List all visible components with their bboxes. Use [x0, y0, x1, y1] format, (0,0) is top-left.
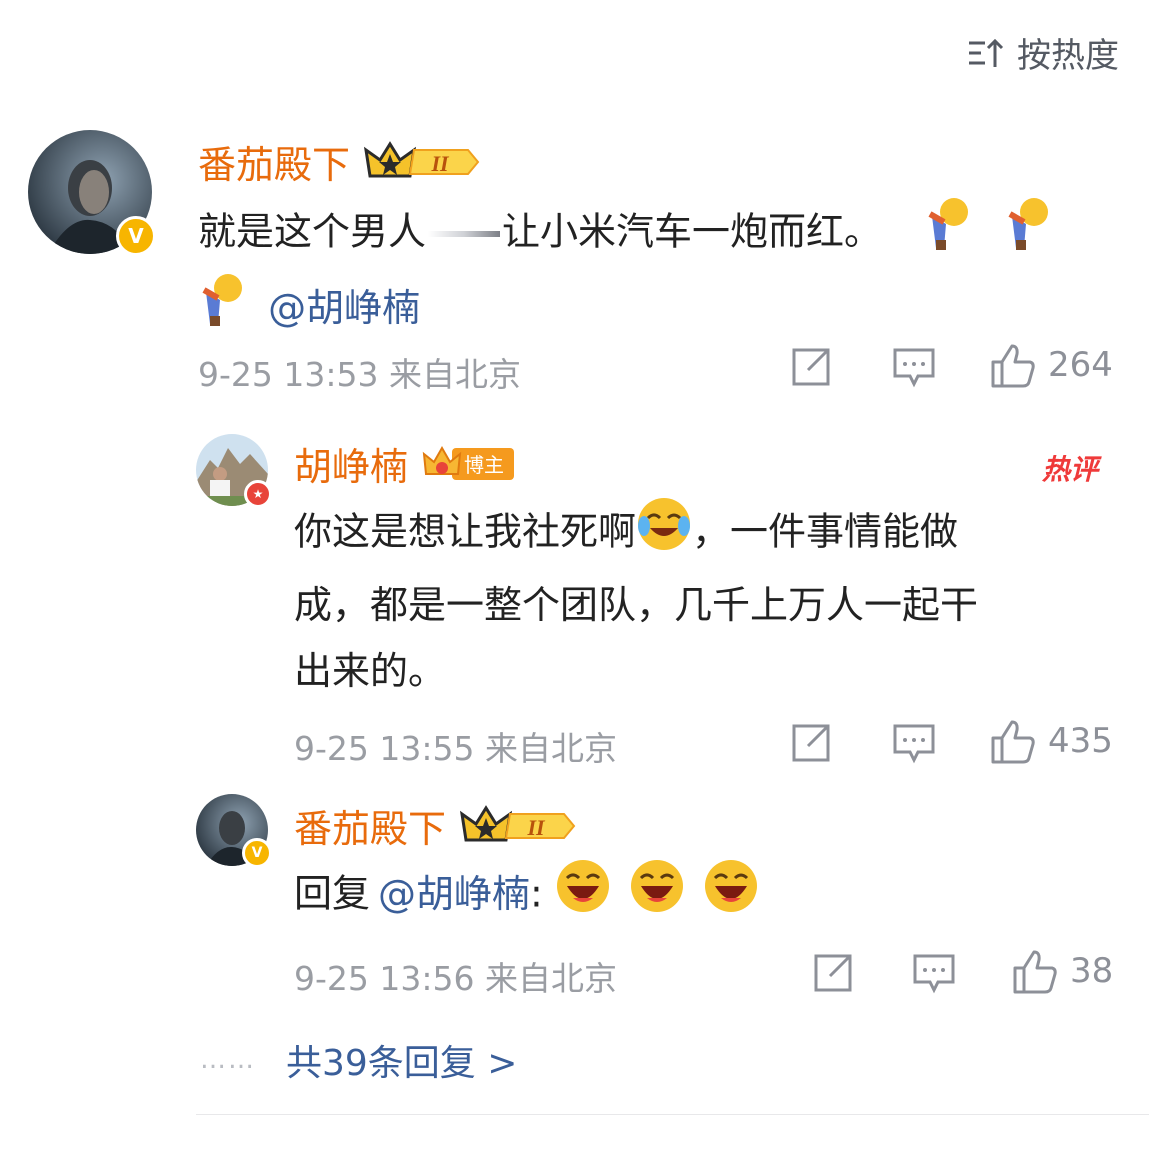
- reply-text-line1: 你这是想让我社死啊: [294, 509, 637, 554]
- grinning-emoji-icon: [555, 858, 611, 934]
- username-text: 胡峥楠: [294, 445, 409, 489]
- comment-text-part1: 就是这个男人: [198, 209, 427, 254]
- avatar[interactable]: V: [28, 130, 156, 256]
- like-count: 38: [1070, 951, 1114, 991]
- svg-text:II: II: [526, 815, 546, 840]
- share-icon[interactable]: [812, 952, 854, 994]
- reply-text: 回复 @胡峥楠:: [294, 858, 1124, 934]
- reply-username[interactable]: 番茄殿下 II: [294, 798, 578, 853]
- crown-level-badge-icon: II: [460, 804, 578, 848]
- comment-text-part2: 让小米汽车一炮而红。: [502, 209, 883, 254]
- verified-badge-icon: V: [242, 838, 272, 868]
- reply-text-line1b: ，一件事情能做: [692, 509, 959, 554]
- reply-username[interactable]: 胡峥楠 博主: [294, 436, 516, 491]
- avatar[interactable]: V: [196, 794, 272, 868]
- reply-prefix: 回复: [294, 871, 371, 916]
- more-replies-row: …… 共39条回复 >: [200, 1034, 517, 1086]
- pointing-emoji-icon: [198, 272, 246, 348]
- more-replies-link[interactable]: 共39条回复 >: [286, 1034, 517, 1086]
- like-button[interactable]: 38: [1012, 948, 1113, 994]
- comment-icon[interactable]: [912, 952, 956, 996]
- avatar[interactable]: ★: [196, 434, 272, 508]
- like-button[interactable]: 264: [990, 342, 1113, 388]
- grinning-emoji-icon: [629, 858, 685, 934]
- share-icon[interactable]: [790, 722, 832, 764]
- laughing-tears-emoji-icon: [636, 496, 692, 572]
- sort-label: 按热度: [1017, 36, 1119, 76]
- comment-actions: 264: [0, 342, 1149, 392]
- thumbs-up-icon: [991, 720, 1035, 764]
- comment-username[interactable]: 番茄殿下 II: [198, 134, 482, 189]
- reply-actions: 435: [0, 718, 1149, 768]
- comment-icon[interactable]: [892, 346, 936, 390]
- sort-icon: [969, 38, 1004, 67]
- username-text: 番茄殿下: [198, 143, 351, 187]
- like-count: 264: [1048, 345, 1113, 385]
- reply-text-line3: 出来的。: [294, 649, 447, 693]
- verified-badge-icon: ★: [244, 480, 272, 508]
- redacted-mark: [428, 231, 501, 237]
- svg-text:博主: 博主: [464, 453, 504, 477]
- mention-link[interactable]: @胡峥楠: [268, 286, 420, 330]
- mention-link[interactable]: @胡峥楠: [378, 872, 530, 916]
- reply-text-line2: 成，都是一整个团队，几千上万人一起干: [294, 583, 979, 627]
- comment-text: 就是这个男人 让小米汽车一炮而红。 @胡峥楠: [198, 196, 1118, 348]
- like-count: 435: [1048, 721, 1113, 761]
- svg-text:II: II: [430, 151, 450, 176]
- reply-actions: 38: [0, 948, 1149, 998]
- thumbs-up-icon: [1013, 950, 1057, 994]
- grinning-emoji-icon: [703, 858, 759, 934]
- username-text: 番茄殿下: [294, 807, 447, 851]
- crown-level-badge-icon: II: [364, 140, 482, 184]
- comment-icon[interactable]: [892, 722, 936, 766]
- comment-thread: 按热度 V 番茄殿下 II 就是这个男人 让小米汽车一炮而红。 @胡峥楠 9-2…: [0, 0, 1149, 1149]
- reply-text: 你这是想让我社死啊 ，一件事情能做 成，都是一整个团队，几千上万人一起干 出来的…: [294, 496, 1124, 704]
- share-icon[interactable]: [790, 346, 832, 388]
- reply-colon: :: [530, 871, 543, 916]
- pointing-emoji-icon: [1004, 196, 1052, 272]
- divider: [196, 1114, 1149, 1115]
- blogger-badge-icon: 博主: [422, 444, 516, 484]
- hot-comment-tag: 热评: [1042, 453, 1099, 486]
- like-button[interactable]: 435: [990, 718, 1113, 764]
- more-dots: ……: [200, 1045, 256, 1075]
- pointing-emoji-icon: [924, 196, 972, 272]
- sort-by-heat-button[interactable]: 按热度: [965, 28, 1119, 77]
- thumbs-up-icon: [991, 344, 1035, 388]
- verified-badge-icon: V: [116, 216, 156, 256]
